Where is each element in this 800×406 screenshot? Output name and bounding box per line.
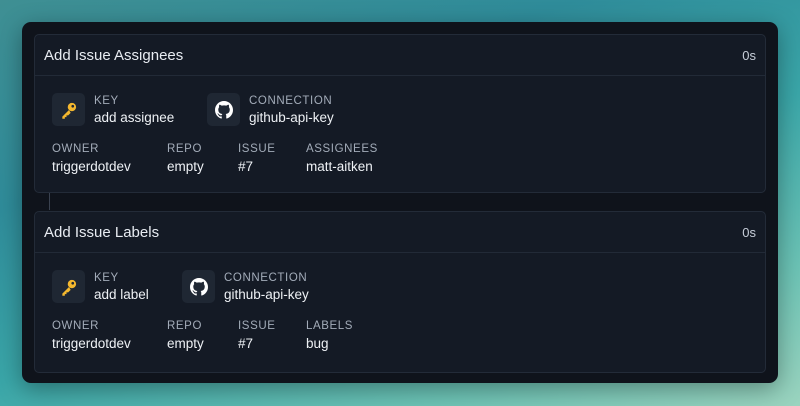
- field-value: empty: [167, 336, 204, 351]
- key-chip: KEY add label: [52, 270, 149, 303]
- step-title: Add Issue Labels: [44, 223, 160, 241]
- field-issue: ISSUE #7: [238, 320, 276, 351]
- field-label: OWNER: [52, 143, 100, 155]
- connection-chip: CONNECTION github-api-key: [207, 93, 334, 126]
- step-title: Add Issue Assignees: [44, 46, 184, 64]
- key-label: KEY: [94, 94, 119, 107]
- field-value: bug: [306, 336, 329, 351]
- step-card-add-issue-labels[interactable]: Add Issue Labels 0s KEY add label CONNEC…: [34, 211, 766, 373]
- connection-label: CONNECTION: [249, 94, 333, 107]
- field-label: REPO: [167, 320, 202, 332]
- field-assignees: ASSIGNEES matt-aitken: [306, 143, 378, 174]
- key-value: add assignee: [94, 109, 175, 125]
- key-icon: [52, 93, 85, 126]
- connection-value: github-api-key: [224, 286, 309, 302]
- step-card-add-issue-assignees[interactable]: Add Issue Assignees 0s KEY add assignee: [34, 34, 766, 193]
- field-value: triggerdotdev: [52, 159, 131, 174]
- step-header[interactable]: Add Issue Labels 0s: [35, 212, 765, 253]
- github-icon: [207, 93, 240, 126]
- field-value: matt-aitken: [306, 159, 373, 174]
- field-repo: REPO empty: [167, 143, 204, 174]
- field-owner: OWNER triggerdotdev: [52, 143, 131, 174]
- connection-label: CONNECTION: [224, 271, 308, 284]
- field-owner: OWNER triggerdotdev: [52, 320, 131, 351]
- connection-value: github-api-key: [249, 109, 334, 125]
- field-label: OWNER: [52, 320, 100, 332]
- field-labels: LABELS bug: [306, 320, 353, 351]
- field-label: ASSIGNEES: [306, 143, 378, 155]
- field-value: triggerdotdev: [52, 336, 131, 351]
- key-chip: KEY add assignee: [52, 93, 174, 126]
- github-icon: [182, 270, 215, 303]
- step-connector-line: [49, 193, 50, 210]
- step-duration: 0s: [742, 47, 756, 63]
- field-value: #7: [238, 159, 254, 174]
- field-label: ISSUE: [238, 320, 276, 332]
- field-issue: ISSUE #7: [238, 143, 276, 174]
- key-value: add label: [94, 286, 149, 302]
- field-label: ISSUE: [238, 143, 276, 155]
- step-duration: 0s: [742, 224, 756, 240]
- connection-chip: CONNECTION github-api-key: [182, 270, 309, 303]
- field-label: LABELS: [306, 320, 354, 332]
- key-icon: [52, 270, 85, 303]
- field-value: #7: [238, 336, 254, 351]
- field-label: REPO: [167, 143, 202, 155]
- step-header[interactable]: Add Issue Assignees 0s: [35, 35, 765, 76]
- field-value: empty: [167, 159, 204, 174]
- key-label: KEY: [94, 271, 119, 284]
- run-steps-panel: Add Issue Assignees 0s KEY add assignee: [22, 22, 778, 383]
- field-repo: REPO empty: [167, 320, 204, 351]
